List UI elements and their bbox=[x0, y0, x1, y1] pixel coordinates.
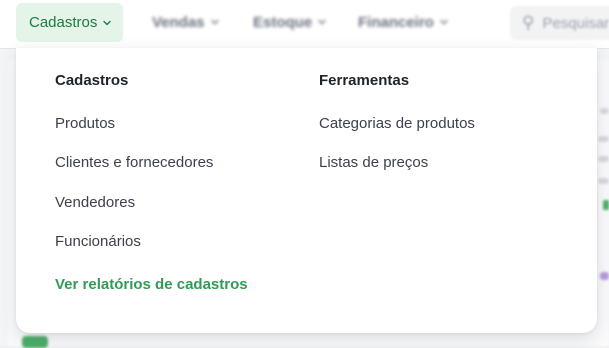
search-input[interactable]: ⚲ Pesquisar bbox=[510, 6, 609, 40]
nav-tab-label: Financeiro bbox=[358, 13, 434, 31]
menu-link-listas-precos[interactable]: Listas de preços bbox=[319, 154, 428, 171]
nav-tab-label: Vendas bbox=[152, 13, 205, 31]
chevron-down-icon bbox=[210, 19, 219, 25]
background-text-line bbox=[600, 108, 609, 114]
menu-link-categorias-produtos[interactable]: Categorias de produtos bbox=[319, 115, 475, 132]
chevron-down-icon bbox=[103, 20, 112, 25]
cadastros-dropdown-menu: Cadastros Produtos Clientes e fornecedor… bbox=[16, 48, 597, 333]
background-text-line bbox=[598, 178, 609, 184]
menu-link-vendedores[interactable]: Vendedores bbox=[55, 194, 135, 211]
search-icon: ⚲ bbox=[522, 13, 535, 32]
background-accent bbox=[600, 272, 609, 280]
nav-tab-label: Cadastros bbox=[29, 14, 98, 31]
menu-link-produtos[interactable]: Produtos bbox=[55, 115, 115, 132]
chevron-down-icon bbox=[318, 19, 326, 25]
search-placeholder: Pesquisar bbox=[542, 14, 609, 32]
background-accent bbox=[603, 200, 609, 210]
nav-tab-vendas[interactable]: Vendas bbox=[152, 0, 220, 44]
nav-tab-label: Estoque bbox=[253, 13, 313, 31]
chevron-down-icon bbox=[440, 19, 448, 25]
column-title: Cadastros bbox=[55, 72, 129, 89]
nav-tab-cadastros[interactable]: Cadastros bbox=[16, 3, 124, 42]
column-title: Ferramentas bbox=[319, 72, 410, 89]
menu-link-funcionarios[interactable]: Funcionários bbox=[55, 233, 141, 250]
background-text-line bbox=[598, 156, 609, 162]
menu-link-clientes-fornecedores[interactable]: Clientes e fornecedores bbox=[55, 154, 213, 171]
nav-tab-financeiro[interactable]: Financeiro bbox=[358, 0, 449, 44]
reports-link[interactable]: Ver relatórios de cadastros bbox=[55, 276, 248, 293]
background-text-line bbox=[598, 136, 609, 142]
nav-tab-estoque[interactable]: Estoque bbox=[253, 0, 327, 44]
background-badge bbox=[22, 336, 48, 348]
